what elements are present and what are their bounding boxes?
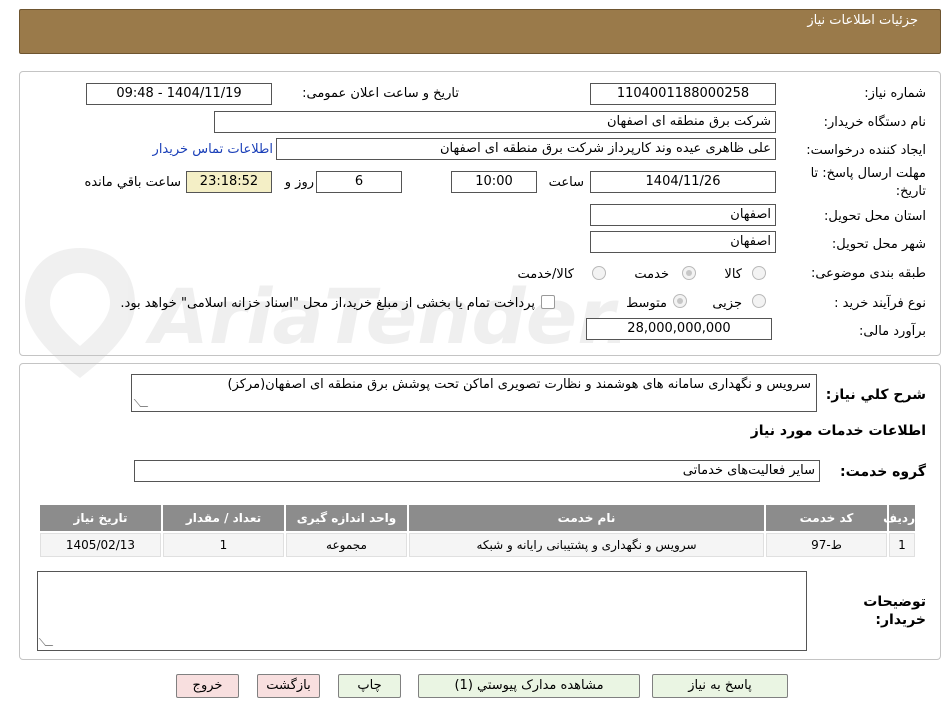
exit-button[interactable]: خروج [176, 674, 239, 698]
col-header-need-date: تاریخ نیاز [40, 505, 161, 531]
remaining-time-field: 23:18:52 [186, 171, 272, 193]
services-table: ردیف کد خدمت نام خدمت واحد اندازه گیری ت… [38, 503, 917, 559]
treasury-payment-note: پرداخت تمام یا بخشی از مبلغ خرید،از محل … [120, 296, 535, 311]
summary-text: سرویس و نگهداری سامانه های هوشمند و نظار… [227, 377, 812, 392]
cell-need-date: 1405/02/13 [40, 533, 161, 557]
services-heading: اطلاعات خدمات مورد نياز [750, 423, 926, 439]
reply-button[interactable]: پاسخ به نیاز [652, 674, 788, 698]
city-label: شهر محل تحویل: [831, 237, 926, 252]
deadline-days-field: 6 [316, 171, 402, 193]
deadline-time-field: 10:00 [451, 171, 537, 193]
cell-quantity: 1 [163, 533, 284, 557]
buyer-notes-textarea[interactable] [37, 571, 807, 651]
buyer-org-label: نام دستگاه خریدار: [823, 115, 926, 130]
category-option-service: خدمت [634, 267, 669, 282]
col-header-row-number: ردیف [883, 505, 915, 531]
category-radio-goods[interactable] [752, 266, 766, 280]
col-header-service-name: نام خدمت [409, 505, 764, 531]
province-field: اصفهان [590, 204, 776, 226]
col-header-service-code: کد خدمت [766, 505, 887, 531]
process-option-medium: متوسط [626, 296, 667, 311]
city-field: اصفهان [590, 231, 776, 253]
need-number-label: شماره نیاز: [864, 86, 926, 101]
process-radio-medium[interactable] [673, 294, 687, 308]
summary-label: شرح کلي نياز: [825, 387, 926, 403]
process-label: نوع فرآیند خرید : [834, 296, 926, 311]
province-label: استان محل تحویل: [824, 209, 926, 224]
deadline-label: مهلت ارسال پاسخ: تا [810, 166, 926, 181]
deadline-label-date: تاریخ: [895, 184, 926, 199]
category-label: طبقه بندی موضوعی: [810, 266, 926, 281]
view-attachments-button[interactable]: مشاهده مدارک پیوستي (1) [418, 674, 640, 698]
creator-label: ایجاد کننده درخواست: [806, 143, 926, 158]
category-radio-service[interactable] [682, 266, 696, 280]
summary-textarea[interactable]: سرویس و نگهداری سامانه های هوشمند و نظار… [131, 374, 817, 412]
col-header-quantity: تعداد / مقدار [163, 505, 284, 531]
print-button[interactable]: چاپ [338, 674, 401, 698]
table-header-row: ردیف کد خدمت نام خدمت واحد اندازه گیری ت… [40, 505, 915, 531]
category-radio-goods-service[interactable] [592, 266, 606, 280]
deadline-time-label: ساعت [548, 175, 584, 190]
service-group-field: سایر فعالیت‌های خدماتی [134, 460, 820, 482]
budget-label: برآورد مالی: [859, 324, 926, 339]
budget-field: 28,000,000,000 [586, 318, 772, 340]
need-number-field: 1104001188000258 [590, 83, 776, 105]
announce-label: تاریخ و ساعت اعلان عمومی: [302, 86, 459, 101]
remaining-time-label: ساعت باقي مانده [84, 175, 181, 190]
process-radio-minor[interactable] [752, 294, 766, 308]
buyer-org-field: شرکت برق منطقه ای اصفهان [214, 111, 776, 133]
col-header-unit: واحد اندازه گیری [286, 505, 407, 531]
cell-service-name: سرویس و نگهداری و پشتیبانی رایانه و شبکه [409, 533, 764, 557]
service-group-label: گروه خدمت: [840, 464, 926, 480]
creator-field: علی ظاهری عیده وند کارپرداز شرکت برق منط… [276, 138, 776, 160]
header-bar [19, 9, 941, 54]
notes-resize-grip-icon[interactable] [38, 638, 54, 646]
treasury-checkbox[interactable] [541, 295, 555, 309]
process-option-minor: جزیی [712, 296, 742, 311]
category-option-goods-service: کالا/خدمت [517, 267, 574, 282]
deadline-days-label: روز و [284, 175, 314, 190]
buyer-notes-label: توضیحات [863, 594, 926, 610]
resize-grip-icon[interactable] [133, 399, 149, 407]
back-button[interactable]: بازگشت [257, 674, 320, 698]
cell-row-number: 1 [889, 533, 915, 557]
page-title: جزئیات اطلاعات نیاز [807, 13, 918, 28]
buyer-notes-label-2: خریدار: [875, 612, 926, 628]
buyer-contact-link[interactable]: اطلاعات تماس خریدار [153, 142, 273, 157]
cell-unit: مجموعه [286, 533, 407, 557]
deadline-date-field: 1404/11/26 [590, 171, 776, 193]
announce-datetime-field: 1404/11/19 - 09:48 [86, 83, 272, 105]
table-row: 1 ط-97 سرویس و نگهداری و پشتیبانی رایانه… [40, 533, 915, 557]
category-option-goods: کالا [724, 267, 742, 282]
cell-service-code: ط-97 [766, 533, 887, 557]
